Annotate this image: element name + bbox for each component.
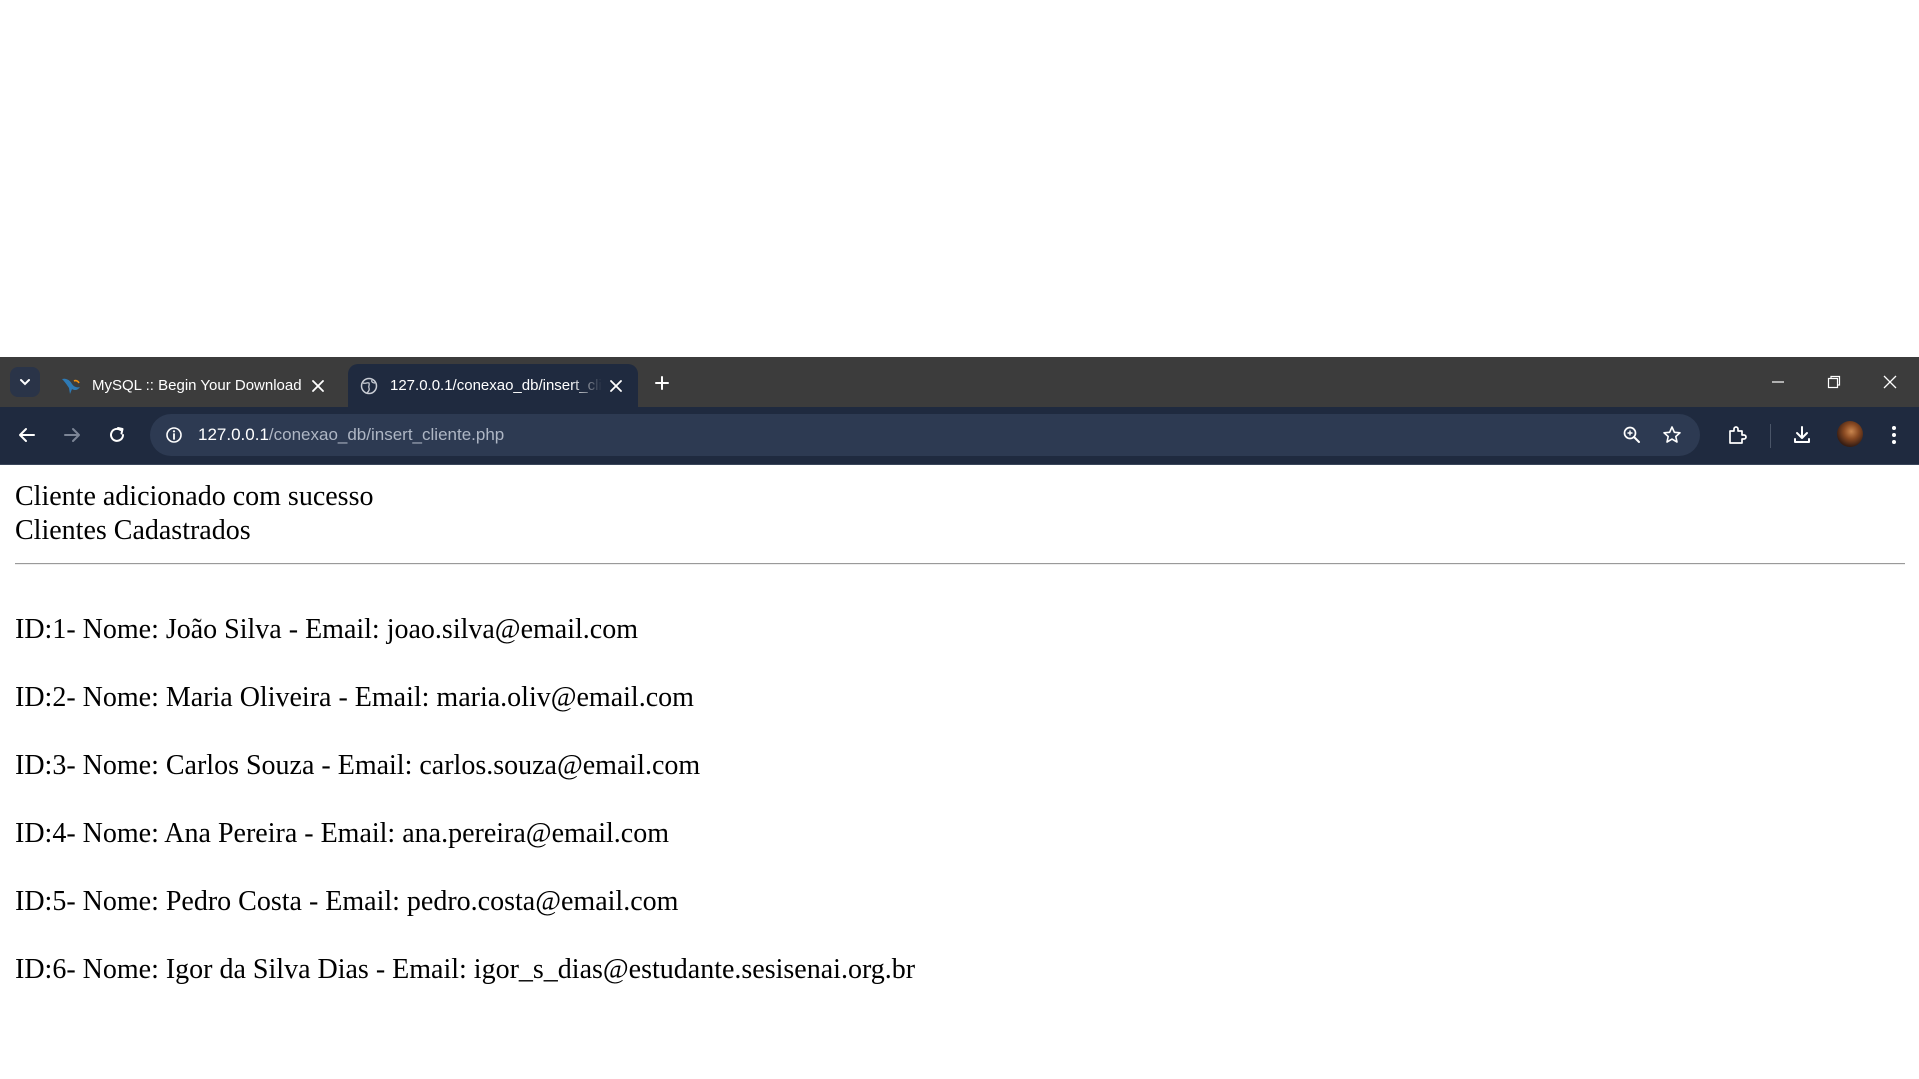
bookmark-star-icon[interactable] — [1660, 423, 1684, 447]
puzzle-icon — [1729, 426, 1747, 444]
close-window-button[interactable] — [1862, 357, 1918, 407]
client-list: ID:1- Nome: João Silva - Email: joao.sil… — [15, 613, 915, 1021]
extensions-button[interactable] — [1722, 420, 1752, 450]
page-heading: Clientes Cadastrados — [15, 515, 251, 546]
restore-window-button[interactable] — [1806, 357, 1862, 407]
restore-icon — [1827, 375, 1841, 389]
reload-button[interactable] — [100, 418, 134, 452]
tab-insert-cliente[interactable]: 127.0.0.1/conexao_db/insert_cliente.php — [348, 364, 638, 407]
tab-title: 127.0.0.1/conexao_db/insert_cliente.php — [390, 377, 602, 394]
downloads-button[interactable] — [1787, 420, 1817, 450]
browser-tab-strip: MySQL :: Begin Your Download 127.0.0.1/c… — [0, 357, 1919, 407]
close-tab-button[interactable] — [304, 372, 332, 400]
minimize-window-button[interactable] — [1750, 357, 1806, 407]
client-list-item: ID:3- Nome: Carlos Souza - Email: carlos… — [15, 750, 701, 781]
close-icon — [610, 379, 622, 392]
profile-avatar[interactable] — [1837, 421, 1863, 447]
client-list-item: ID:1- Nome: João Silva - Email: joao.sil… — [15, 614, 638, 645]
plus-icon — [655, 376, 669, 390]
mysql-dolphin-icon — [60, 375, 82, 397]
close-tab-button[interactable] — [602, 372, 630, 400]
browser-menu-button[interactable] — [1879, 420, 1909, 450]
browser-toolbar: 127.0.0.1/conexao_db/insert_cliente.php — [0, 407, 1919, 465]
close-icon — [312, 379, 324, 392]
client-list-item: ID:2- Nome: Maria Oliveira - Email: mari… — [15, 682, 694, 713]
forward-button[interactable] — [55, 418, 89, 452]
arrow-left-icon — [19, 428, 35, 442]
globe-icon — [358, 375, 380, 397]
horizontal-rule — [15, 563, 1905, 565]
back-button[interactable] — [10, 418, 44, 452]
zoom-icon[interactable] — [1620, 423, 1644, 447]
client-list-item: ID:4- Nome: Ana Pereira - Email: ana.per… — [15, 818, 669, 849]
reload-icon — [110, 427, 124, 442]
page-content: Cliente adicionado com sucesso Clientes … — [0, 465, 1919, 1079]
chevron-down-icon — [20, 379, 30, 386]
minimize-icon — [1772, 381, 1784, 383]
url-text: 127.0.0.1/conexao_db/insert_cliente.php — [198, 425, 504, 445]
more-vertical-icon — [1892, 426, 1896, 444]
site-info-icon[interactable] — [162, 423, 186, 447]
url-host: 127.0.0.1 — [198, 425, 269, 444]
client-list-item: ID:6- Nome: Igor da Silva Dias - Email: … — [15, 954, 916, 985]
close-icon — [1883, 375, 1897, 389]
tab-title: MySQL :: Begin Your Download — [92, 377, 302, 394]
address-bar[interactable]: 127.0.0.1/conexao_db/insert_cliente.php — [150, 414, 1700, 456]
download-icon — [1794, 426, 1810, 443]
new-tab-button[interactable] — [648, 369, 676, 397]
success-message: Cliente adicionado com sucesso — [15, 481, 374, 512]
tab-search-button[interactable] — [10, 367, 40, 397]
desktop-background — [0, 0, 1919, 357]
client-list-item: ID:5- Nome: Pedro Costa - Email: pedro.c… — [15, 886, 679, 917]
arrow-right-icon — [64, 428, 80, 442]
toolbar-divider — [1770, 424, 1771, 448]
url-path: /conexao_db/insert_cliente.php — [268, 425, 505, 444]
tab-mysql-download[interactable]: MySQL :: Begin Your Download — [50, 364, 340, 407]
